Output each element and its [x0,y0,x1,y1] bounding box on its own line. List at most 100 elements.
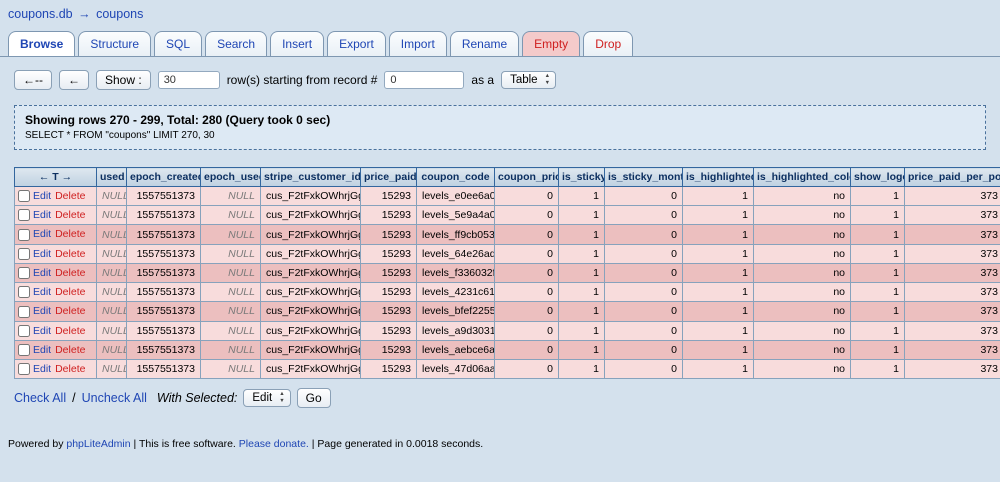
column-header-actions[interactable]: ← T → [14,167,97,187]
row-select-checkbox[interactable] [18,247,30,260]
cell-is_highlighted_color: no [753,358,851,380]
cell-is_sticky_month: 0 [604,224,683,245]
cell-price_paid_per_post: 373 [904,262,1000,284]
delete-row-link[interactable]: Delete [55,363,85,375]
edit-row-link[interactable]: Edit [33,286,51,298]
cell-coupon_code: levels_aebce6a9 [416,339,495,360]
cell-stripe_customer_id: cus_F2tFxkOWhrjGgK [260,243,361,264]
edit-row-link[interactable]: Edit [33,190,51,202]
cell-price_paid_per_post: 373 [904,282,1000,303]
delete-row-link[interactable]: Delete [55,344,85,356]
edit-row-link[interactable]: Edit [33,267,51,279]
edit-row-link[interactable]: Edit [33,325,51,337]
page-back-all-button[interactable]: ←-- [14,70,52,90]
cell-used: NULL [96,320,127,341]
delete-row-link[interactable]: Delete [55,267,85,279]
column-header-epoch_used[interactable]: epoch_used [200,167,261,187]
tab-insert[interactable]: Insert [270,31,325,56]
edit-row-link[interactable]: Edit [33,363,51,375]
breadcrumb-table-link[interactable]: coupons [96,7,143,21]
edit-row-link[interactable]: Edit [33,228,51,240]
cell-is_highlighted: 1 [682,205,754,226]
cell-price_paid: 15293 [360,185,417,207]
column-header-epoch_created[interactable]: epoch_created [126,167,201,187]
row-select-checkbox[interactable] [18,324,30,337]
column-header-is_highlighted_color[interactable]: is_highlighted_color [753,167,851,187]
cell-coupon_price: 0 [494,358,559,380]
tab-export[interactable]: Export [327,31,386,56]
row-select-checkbox[interactable] [18,363,30,376]
breadcrumb-db-link[interactable]: coupons.db [8,7,73,21]
delete-row-link[interactable]: Delete [55,286,85,298]
cell-is_sticky: 1 [558,185,605,207]
page-back-button[interactable]: ← [59,70,89,90]
table-row: Edit Delete NULL 1557551373 NULL cus_F2tFxkOW… [14,262,1000,284]
column-header-is_sticky_month[interactable]: is_sticky_month [604,167,683,187]
tab-rename[interactable]: Rename [449,31,520,56]
tab-search[interactable]: Search [205,31,268,56]
cell-is_sticky: 1 [558,282,605,303]
column-header-coupon_price[interactable]: coupon_price [494,167,559,187]
column-header-coupon_code[interactable]: coupon_code [416,167,495,187]
rows-count-input[interactable] [157,71,220,89]
edit-row-link[interactable]: Edit [33,248,51,260]
cell-is_highlighted_color: no [753,320,851,341]
edit-row-link[interactable]: Edit [33,344,51,356]
tab-structure[interactable]: Structure [78,31,152,56]
cell-epoch_created: 1557551373 [126,205,201,226]
go-button[interactable]: Go [296,388,331,409]
delete-row-link[interactable]: Delete [55,209,85,221]
tab-empty[interactable]: Empty [522,31,581,56]
cell-epoch_used: NULL [200,224,261,245]
with-selected-action-select[interactable]: Edit ▲ ▼ [243,389,291,408]
row-select-checkbox[interactable] [18,190,30,203]
delete-row-link[interactable]: Delete [55,190,85,202]
cell-epoch_used: NULL [200,358,261,380]
cell-price_paid_per_post: 373 [904,205,1000,226]
row-actions-cell: Edit Delete [14,358,97,380]
delete-row-link[interactable]: Delete [55,325,85,337]
delete-row-link[interactable]: Delete [55,305,85,317]
delete-row-link[interactable]: Delete [55,228,85,240]
column-header-used[interactable]: used [96,167,127,187]
row-select-checkbox[interactable] [18,343,30,356]
column-header-price_paid[interactable]: price_paid [360,167,417,187]
view-type-select[interactable]: Table ▲ ▼ [501,71,557,89]
column-header-is_highlighted[interactable]: is_highlighted [682,167,754,187]
column-header-show_logo[interactable]: show_logo [850,167,905,187]
tab-drop[interactable]: Drop [583,31,634,56]
column-header-stripe_customer_id[interactable]: stripe_customer_id [260,167,361,187]
table-row: Edit Delete NULL 1557551373 NULL cus_F2tFxkOW… [14,358,1000,380]
edit-row-link[interactable]: Edit [33,305,51,317]
uncheck-all-link[interactable]: Uncheck All [82,391,147,405]
delete-row-link[interactable]: Delete [55,248,85,260]
tab-browse[interactable]: Browse [8,31,76,56]
table-row: Edit Delete NULL 1557551373 NULL cus_F2tFxkOW… [14,320,1000,341]
row-select-checkbox[interactable] [18,305,30,318]
show-button[interactable]: Show : [96,70,151,90]
grid-body: Edit Delete NULL 1557551373 NULL cus_F2tFxkOW… [14,185,1000,380]
cell-epoch_created: 1557551373 [126,320,201,341]
start-record-input[interactable] [384,71,465,89]
row-select-checkbox[interactable] [18,286,30,299]
cell-coupon_code: levels_4231c612 [416,282,495,303]
row-select-checkbox[interactable] [18,267,30,280]
tab-sql[interactable]: SQL [154,31,203,56]
row-actions-cell: Edit Delete [14,205,97,226]
row-select-checkbox[interactable] [18,209,30,222]
edit-row-link[interactable]: Edit [33,209,51,221]
cell-price_paid: 15293 [360,320,417,341]
phpliteadmin-link[interactable]: phpLiteAdmin [66,438,130,450]
column-header-price_paid_per_post[interactable]: price_paid_per_post [904,167,1000,187]
cell-is_highlighted: 1 [682,358,754,380]
table-row: Edit Delete NULL 1557551373 NULL cus_F2tFxkOW… [14,185,1000,207]
cell-is_highlighted_color: no [753,205,851,226]
check-all-link[interactable]: Check All [14,391,66,405]
donate-link[interactable]: Please donate. [239,438,309,450]
tab-import[interactable]: Import [388,31,447,56]
cell-used: NULL [96,262,127,284]
row-select-checkbox[interactable] [18,228,30,241]
cell-is_sticky: 1 [558,205,605,226]
column-header-is_sticky[interactable]: is_sticky [558,167,605,187]
cell-used: NULL [96,224,127,245]
